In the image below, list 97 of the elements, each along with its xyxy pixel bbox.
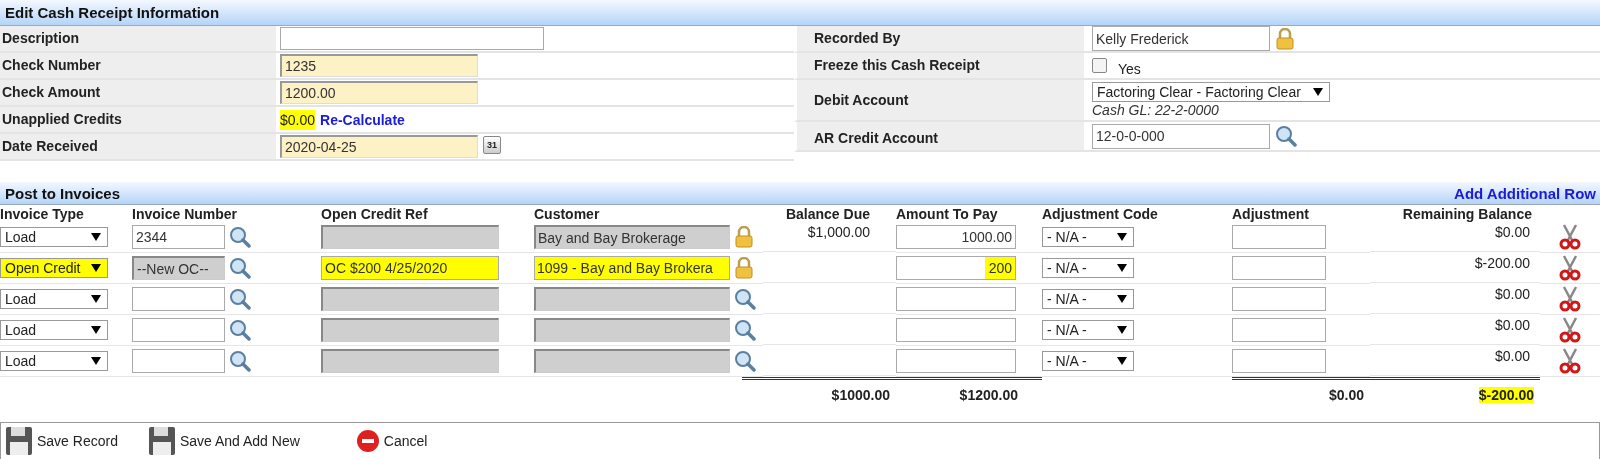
input-field[interactable]: 2020-04-25 — [280, 135, 478, 158]
input-field[interactable]: 2344 — [132, 225, 225, 249]
action-button[interactable]: Save Record — [5, 426, 118, 456]
remaining-balance: $0.00 — [1494, 317, 1530, 333]
scissors-icon[interactable] — [1558, 317, 1582, 343]
adjustment-code-dropdown[interactable]: - N/A - — [1042, 258, 1134, 278]
action-button[interactable]: Save And Add New — [147, 426, 300, 456]
debit-account-dropdown[interactable]: Factoring Clear - Factoring Clear — [1092, 82, 1330, 102]
caret-icon — [91, 233, 101, 241]
amount-value: $0.00 — [280, 109, 316, 130]
column-header: Invoice Type — [0, 205, 85, 222]
caret-icon — [1117, 357, 1127, 365]
adjustment-code-dropdown[interactable]: - N/A - — [1042, 351, 1134, 371]
invoice-type-dropdown[interactable]: Load — [0, 289, 108, 309]
total-balance-due: $1000.00 — [831, 387, 890, 403]
column-header: Balance Due — [784, 205, 871, 222]
scissors-icon[interactable] — [1558, 224, 1582, 250]
minus-circle-icon — [355, 429, 380, 453]
input-field[interactable] — [1232, 349, 1326, 373]
column-header: Adjustment — [1232, 205, 1310, 222]
total-adjustment: $0.00 — [1328, 387, 1364, 403]
caret-icon — [1117, 326, 1127, 334]
input-field[interactable]: 200 — [896, 256, 1016, 280]
field-label: Date Received — [0, 134, 278, 159]
invoice-type-dropdown[interactable]: Load — [0, 227, 108, 247]
search-icon[interactable] — [229, 288, 251, 310]
column-header: Remaining Balance — [1401, 205, 1533, 222]
input-field[interactable]: 12-0-0-000 — [1092, 123, 1270, 149]
caret-icon — [1313, 88, 1323, 96]
input-field[interactable]: 1000.00 — [896, 225, 1016, 249]
field-label: Freeze this Cash Receipt — [797, 53, 1086, 78]
calendar-button[interactable]: 31 — [483, 136, 501, 154]
adjustment-code-dropdown[interactable]: - N/A - — [1042, 320, 1134, 340]
input-field[interactable]: Kelly Frederick — [1092, 26, 1270, 51]
action-button[interactable]: Cancel — [355, 429, 428, 453]
caret-icon — [1117, 233, 1127, 241]
column-header: Adjustment Code — [1042, 205, 1159, 222]
input-field[interactable] — [1232, 256, 1326, 280]
input-field[interactable] — [280, 27, 544, 50]
scissors-icon[interactable] — [1558, 255, 1582, 281]
field-label: AR Credit Account — [797, 122, 1086, 150]
section-title: Edit Cash Receipt Information — [5, 4, 220, 21]
remaining-balance: $0.00 — [1494, 348, 1530, 364]
input-field[interactable] — [896, 318, 1016, 342]
column-header: Invoice Number — [132, 205, 239, 222]
search-icon[interactable] — [229, 350, 251, 372]
account-note: Cash GL: 22-2-0000 — [1092, 102, 1220, 118]
input-field[interactable]: 1200.00 — [280, 81, 478, 104]
input-field[interactable] — [896, 287, 1016, 311]
search-icon[interactable] — [229, 226, 251, 248]
column-header: Open Credit Ref — [321, 205, 429, 222]
add-row-link[interactable]: Add Additional Row — [1454, 184, 1596, 202]
input-field[interactable] — [132, 287, 225, 311]
input-field[interactable]: 1099 - Bay and Bay Brokera — [534, 256, 730, 280]
column-header: Amount To Pay — [896, 205, 999, 222]
field-label: Description — [0, 26, 278, 51]
lock-icon — [1275, 27, 1295, 50]
input-field[interactable] — [132, 318, 225, 342]
adjustment-code-dropdown[interactable]: - N/A - — [1042, 227, 1134, 247]
input-field[interactable] — [896, 349, 1016, 373]
caret-icon — [91, 264, 101, 272]
field-label: Check Number — [0, 53, 278, 78]
field-label: Unapplied Credits — [0, 107, 278, 132]
invoice-type-dropdown[interactable]: Load — [0, 351, 108, 371]
column-header: Customer — [534, 205, 601, 222]
caret-icon — [91, 357, 101, 365]
remaining-balance: $-200.00 — [1474, 255, 1530, 271]
input-field[interactable]: OC $200 4/25/2020 — [321, 256, 499, 280]
search-icon[interactable] — [229, 257, 251, 279]
invoice-type-dropdown[interactable]: Open Credit — [0, 258, 108, 278]
checkbox[interactable] — [1092, 58, 1107, 73]
balance-due: $1,000.00 — [807, 224, 870, 240]
caret-icon — [91, 326, 101, 334]
remaining-balance: $0.00 — [1494, 224, 1530, 240]
checkbox-label: Yes — [1118, 59, 1141, 77]
input-field[interactable] — [1232, 318, 1326, 342]
search-icon[interactable] — [229, 319, 251, 341]
scissors-icon[interactable] — [1558, 348, 1582, 374]
caret-icon — [1117, 264, 1127, 272]
field-label: Debit Account — [797, 80, 1086, 120]
caret-icon — [1117, 295, 1127, 303]
total-amount-to-pay: $1200.00 — [959, 387, 1019, 403]
input-field[interactable] — [132, 349, 225, 373]
field-label: Check Amount — [0, 80, 278, 105]
invoice-type-dropdown[interactable]: Load — [0, 320, 108, 340]
scissors-icon[interactable] — [1558, 286, 1582, 312]
input-field[interactable]: 1235 — [280, 54, 478, 77]
recalculate-link[interactable]: Re-Calculate — [320, 111, 405, 128]
input-field[interactable] — [1232, 225, 1326, 249]
input-field[interactable] — [1232, 287, 1326, 311]
field-label: Recorded By — [797, 26, 1086, 51]
search-icon[interactable] — [1275, 125, 1297, 147]
remaining-balance: $0.00 — [1494, 286, 1530, 302]
section-title: Post to Invoices — [5, 184, 121, 202]
total-remaining-balance: $-200.00 — [1478, 387, 1534, 403]
caret-icon — [91, 295, 101, 303]
adjustment-code-dropdown[interactable]: - N/A - — [1042, 289, 1134, 309]
